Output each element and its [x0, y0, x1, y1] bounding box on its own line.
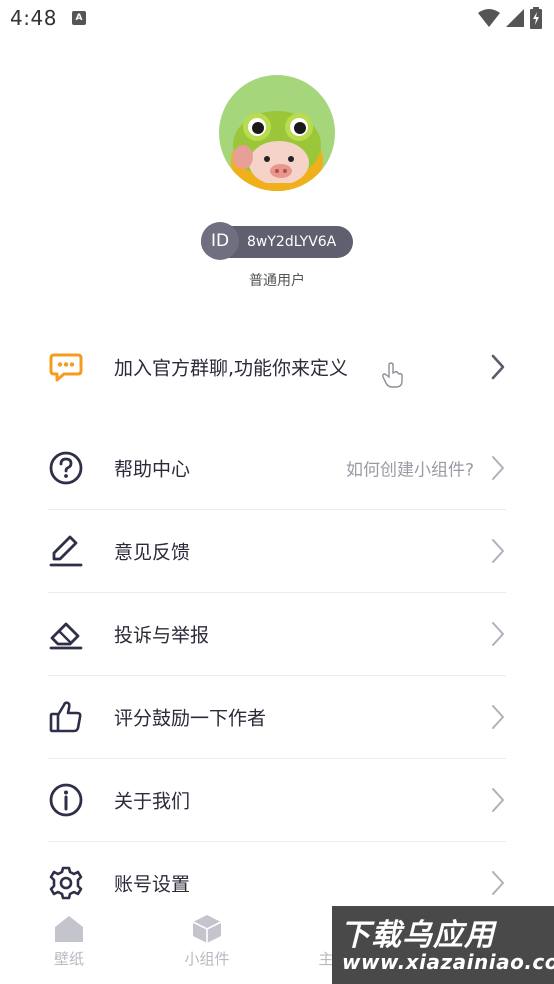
id-badge: ID: [201, 222, 239, 260]
menu-item-join-group-chat[interactable]: 加入官方群聊,功能你来定义: [48, 326, 506, 408]
chat-bubble-icon: [49, 353, 83, 382]
status-time: 4:48: [10, 6, 57, 30]
chevron-right-icon: [492, 456, 504, 480]
battery-charging-icon: [530, 7, 542, 29]
menu-item-complaint-report[interactable]: 投诉与举报: [48, 593, 506, 675]
watermark-url: www.xiazainiao.com: [342, 950, 554, 974]
cube-icon: [192, 915, 222, 943]
gear-icon: [49, 866, 83, 900]
chevron-right-icon: [492, 871, 504, 895]
menu-item-label: 帮助中心: [114, 458, 191, 481]
cellular-signal-icon: [506, 9, 524, 27]
question-circle-icon: [49, 451, 83, 485]
tab-widgets[interactable]: 小组件: [167, 914, 247, 969]
tab-wallpaper[interactable]: 壁纸: [29, 914, 109, 969]
chevron-right-icon: [492, 788, 504, 812]
menu-item-feedback[interactable]: 意见反馈: [48, 510, 506, 592]
status-bar: 4:48 A: [0, 0, 554, 38]
pig-frog-avatar-icon: [219, 75, 335, 191]
watermark-title: 下载乌应用: [340, 918, 495, 953]
eraser-icon: [49, 622, 83, 650]
menu-item-about-us[interactable]: 关于我们: [48, 759, 506, 841]
wifi-icon: [478, 9, 500, 27]
menu-item-label: 加入官方群聊,功能你来定义: [114, 357, 349, 380]
avatar[interactable]: [219, 75, 335, 191]
menu-item-help-center[interactable]: 帮助中心 如何创建小组件?: [48, 427, 506, 509]
chevron-right-icon: [492, 705, 504, 729]
menu-item-label: 关于我们: [114, 790, 191, 813]
home-icon: [55, 916, 83, 942]
chevron-right-icon: [491, 354, 505, 380]
menu-item-rate-author[interactable]: 评分鼓励一下作者: [48, 676, 506, 758]
pencil-icon: [49, 535, 83, 567]
info-circle-icon: [49, 783, 83, 817]
user-id-pill[interactable]: ID 8wY2dLYV6A: [201, 222, 353, 260]
menu-item-hint: 如何创建小组件?: [345, 460, 474, 481]
thumbs-up-icon: [49, 701, 82, 733]
tab-label: 小组件: [184, 950, 230, 968]
tab-label: 壁纸: [53, 950, 84, 968]
user-id-value: 8wY2dLYV6A: [247, 234, 337, 250]
status-indicators: [478, 7, 542, 29]
chevron-right-icon: [492, 622, 504, 646]
user-type-label: 普通用户: [249, 273, 305, 289]
menu-item-label: 投诉与举报: [114, 624, 210, 647]
hand-pointer-icon: [382, 362, 403, 388]
site-watermark: 下载乌应用 www.xiazainiao.com: [332, 906, 554, 984]
menu-item-label: 账号设置: [114, 873, 191, 896]
chevron-right-icon: [492, 539, 504, 563]
menu-item-label: 意见反馈: [114, 541, 191, 564]
notification-badge-icon: A: [72, 11, 86, 25]
menu-item-label: 评分鼓励一下作者: [114, 707, 267, 730]
